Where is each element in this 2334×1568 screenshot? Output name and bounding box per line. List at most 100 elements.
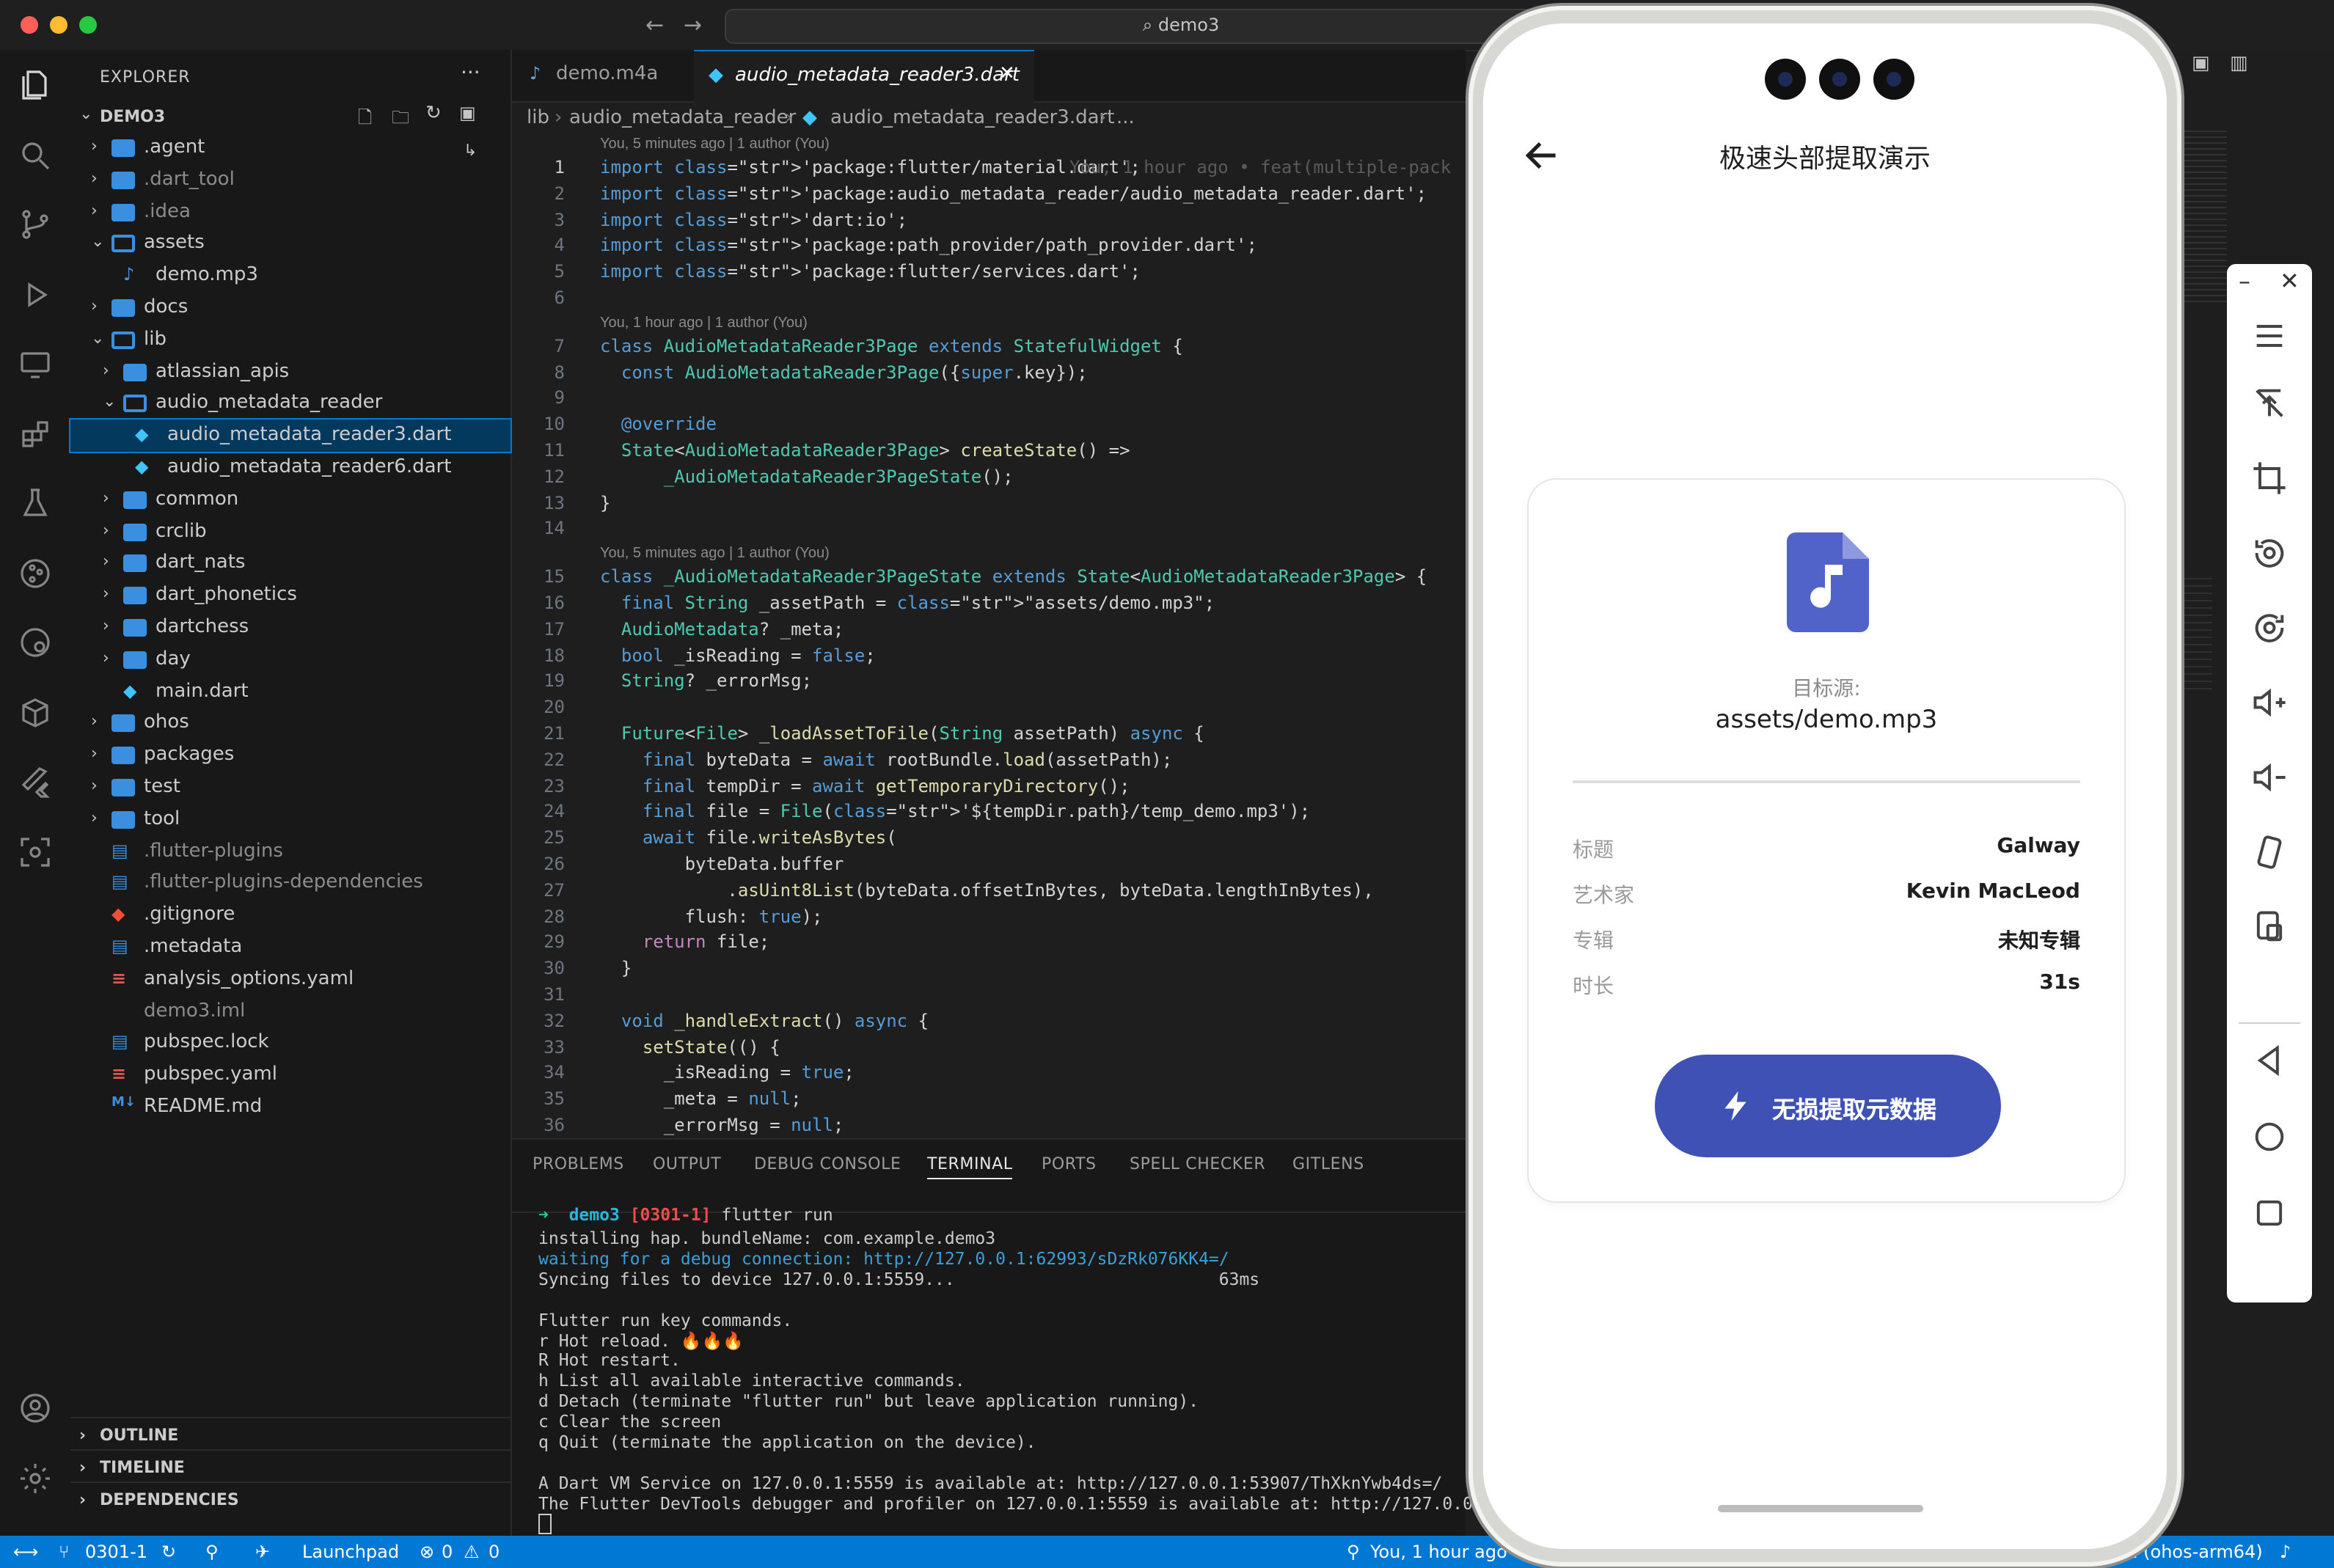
tree-item[interactable]: › .agent: [70, 132, 511, 164]
screenshot-icon[interactable]: [2250, 908, 2289, 946]
tree-item[interactable]: ≡ pubspec.yaml: [70, 1059, 511, 1091]
tree-item[interactable]: ◆ .gitignore: [70, 899, 511, 931]
tree-item[interactable]: ◆ main.dart: [70, 675, 511, 708]
tree-item[interactable]: › docs: [70, 292, 511, 324]
source-control-icon[interactable]: [18, 207, 53, 242]
code-line[interactable]: byteData.buffer: [600, 854, 844, 874]
tree-item[interactable]: ⌄ lib: [70, 324, 511, 356]
tree-item[interactable]: › crclib: [70, 516, 511, 548]
code-line[interactable]: class AudioMetadataReader3Page extends S…: [600, 336, 1183, 356]
packages-icon[interactable]: [18, 695, 53, 730]
panel-tab[interactable]: SPELL CHECKER: [1130, 1154, 1265, 1173]
tree-item[interactable]: › dartchess: [70, 612, 511, 644]
tree-item[interactable]: ≡ analysis_options.yaml: [70, 964, 511, 996]
sync-icon[interactable]: ↻: [161, 1542, 176, 1562]
collapse-all-icon[interactable]: ▣: [459, 103, 476, 123]
tab-demo-m4a[interactable]: ♪ demo.m4a: [512, 50, 694, 101]
panel-tab[interactable]: TERMINAL: [927, 1154, 1013, 1179]
run-debug-icon[interactable]: [18, 277, 53, 312]
more-actions-icon[interactable]: ···: [461, 62, 480, 85]
line-blame[interactable]: You, 1 hour ago: [1370, 1542, 1507, 1562]
warning-count[interactable]: 0: [489, 1542, 500, 1562]
breadcrumb-lib[interactable]: lib: [527, 107, 549, 129]
panel-tab[interactable]: OUTPUT: [653, 1154, 721, 1173]
close-icon[interactable]: ✕: [2280, 267, 2300, 295]
testing-icon[interactable]: [18, 486, 53, 521]
code-line[interactable]: final String _assetPath = class="str">"a…: [600, 593, 1215, 613]
tree-item[interactable]: › atlassian_apis: [70, 356, 511, 388]
code-line[interactable]: const AudioMetadataReader3Page({super.ke…: [600, 362, 1088, 382]
code-line[interactable]: final file = File(class="str">'${tempDir…: [600, 802, 1310, 822]
close-window-button[interactable]: [21, 16, 38, 34]
panel-tab[interactable]: PORTS: [1042, 1154, 1097, 1173]
forward-arrow-icon[interactable]: →: [684, 12, 702, 38]
tree-item[interactable]: ⌄ assets: [70, 228, 511, 260]
code-line[interactable]: void _handleExtract() async {: [600, 1011, 929, 1031]
tree-item[interactable]: › ohos: [70, 708, 511, 740]
account-icon[interactable]: [18, 1391, 53, 1426]
gitlens-icon[interactable]: [18, 625, 53, 660]
extensions-icon[interactable]: [18, 417, 53, 452]
tree-item[interactable]: M↓ README.md: [70, 1091, 511, 1124]
code-line[interactable]: _meta = null;: [600, 1088, 802, 1109]
dependencies-section[interactable]: › DEPENDENCIES: [70, 1481, 511, 1515]
tab-audio-metadata-reader3[interactable]: ◆ audio_metadata_reader3.dart ✕: [694, 50, 1034, 103]
tree-item[interactable]: › day: [70, 644, 511, 676]
menu-icon[interactable]: [2250, 317, 2289, 355]
panel-tab[interactable]: GITLENS: [1292, 1154, 1364, 1173]
panel-tab[interactable]: PROBLEMS: [533, 1154, 624, 1173]
customize-layout-icon[interactable]: ▥: [2230, 53, 2248, 75]
maximize-window-button[interactable]: [79, 16, 97, 34]
back-arrow-icon[interactable]: ←: [645, 12, 664, 38]
panel-tab[interactable]: DEBUG CONSOLE: [754, 1154, 901, 1173]
tree-item[interactable]: › test: [70, 772, 511, 804]
volume-up-icon[interactable]: [2250, 684, 2289, 722]
nav-back-icon[interactable]: [2250, 1041, 2289, 1080]
tree-item[interactable]: ◆ audio_metadata_reader3.dart: [69, 418, 512, 454]
code-line[interactable]: _AudioMetadataReader3PageState();: [600, 466, 1014, 487]
tree-item[interactable]: demo3.iml: [70, 995, 511, 1027]
code-line[interactable]: AudioMetadata? _meta;: [600, 619, 844, 640]
error-count[interactable]: 0: [442, 1542, 453, 1562]
code-line[interactable]: .asUint8List(byteData.offsetInBytes, byt…: [600, 880, 1373, 901]
code-line[interactable]: _isReading = true;: [600, 1063, 855, 1083]
tree-item[interactable]: › tool: [70, 804, 511, 836]
rotate-right-icon[interactable]: [2250, 609, 2289, 647]
search-icon[interactable]: [18, 138, 53, 173]
tree-item[interactable]: › packages: [70, 739, 511, 772]
tree-item[interactable]: › .idea: [70, 196, 511, 228]
code-line[interactable]: State<AudioMetadataReader3Page> createSt…: [600, 440, 1130, 461]
tree-item[interactable]: ⌄ audio_metadata_reader: [70, 388, 511, 420]
new-file-icon[interactable]: 🗋: [358, 104, 372, 135]
code-line[interactable]: await file.writeAsBytes(: [600, 827, 897, 848]
breadcrumb-folder[interactable]: audio_metadata_reader: [569, 107, 796, 129]
tree-item[interactable]: › .dart_tool: [70, 164, 511, 197]
code-line[interactable]: import class="str">'package:audio_metada…: [600, 183, 1427, 204]
codelens-blame[interactable]: You, 5 minutes ago | 1 author (You): [600, 136, 830, 153]
git-branch[interactable]: 0301-1: [85, 1542, 147, 1562]
volume-down-icon[interactable]: [2250, 758, 2289, 796]
code-line[interactable]: flush: true);: [600, 906, 823, 926]
code-line[interactable]: }: [600, 958, 632, 978]
device-scan-icon[interactable]: [18, 835, 53, 870]
tree-item[interactable]: ▤ .flutter-plugins: [70, 835, 511, 868]
code-line[interactable]: }: [600, 492, 610, 513]
breadcrumb-file[interactable]: audio_metadata_reader3.dart: [830, 107, 1114, 129]
code-line[interactable]: import class="str">'package:flutter/serv…: [600, 261, 1141, 282]
remote-icon[interactable]: ⟷: [13, 1542, 38, 1562]
flutter-icon[interactable]: [18, 764, 53, 799]
code-line[interactable]: return file;: [600, 932, 769, 953]
code-line[interactable]: setState(() {: [600, 1036, 780, 1057]
tree-item[interactable]: ▤ pubspec.lock: [70, 1027, 511, 1060]
code-line[interactable]: Future<File> _loadAssetToFile(String ass…: [600, 723, 1204, 744]
minimize-window-button[interactable]: [50, 16, 67, 34]
rotate-left-icon[interactable]: [2250, 534, 2289, 572]
remote-explorer-icon[interactable]: [18, 346, 53, 381]
outline-section[interactable]: › OUTLINE: [70, 1417, 511, 1451]
tree-item[interactable]: ♪ demo.mp3: [70, 260, 511, 292]
timeline-section[interactable]: › TIMELINE: [70, 1449, 511, 1483]
code-line[interactable]: final tempDir = await getTemporaryDirect…: [600, 775, 1130, 796]
breadcrumb-more[interactable]: ...: [1116, 107, 1135, 129]
code-line[interactable]: @override: [600, 414, 717, 434]
tree-item[interactable]: › common: [70, 484, 511, 516]
